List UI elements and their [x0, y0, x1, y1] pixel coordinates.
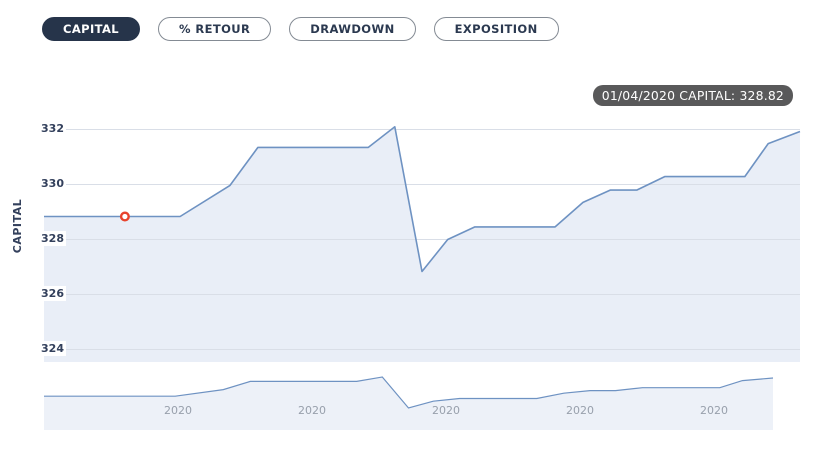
hover-point-marker[interactable]	[119, 211, 130, 222]
x-axis-label: 2020	[700, 404, 728, 417]
capital-area-chart[interactable]	[0, 0, 829, 457]
y-tick-label: 330	[34, 176, 66, 191]
x-axis-label: 2020	[298, 404, 326, 417]
y-tick-label: 326	[34, 286, 66, 301]
y-tick-label: 324	[34, 341, 66, 356]
x-axis-label: 2020	[566, 404, 594, 417]
navigator-fill[interactable]	[44, 377, 773, 430]
area-fill	[44, 126, 800, 362]
x-axis-label: 2020	[164, 404, 192, 417]
y-tick-label: 328	[34, 231, 66, 246]
x-axis-label: 2020	[432, 404, 460, 417]
y-tick-label: 332	[34, 121, 66, 136]
capital-chart-page: CAPITAL % RETOUR DRAWDOWN EXPOSITION 01/…	[0, 0, 829, 457]
y-axis-title: CAPITAL	[11, 198, 24, 254]
